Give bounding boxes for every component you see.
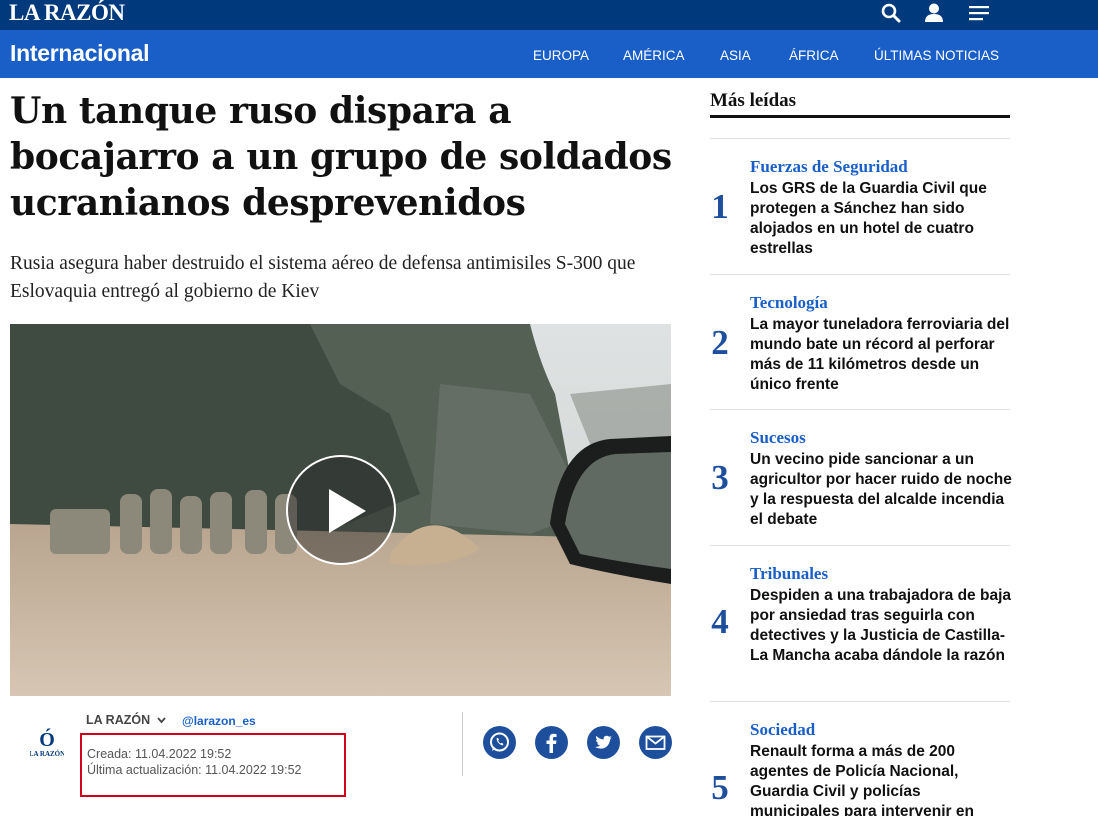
email-icon[interactable] [639,726,672,759]
item-title[interactable]: Un vecino pide sancionar a un agricultor… [750,450,1012,530]
item-category[interactable]: Sucesos [750,428,806,448]
facebook-icon[interactable] [535,726,568,759]
item-category[interactable]: Sociedad [750,720,815,740]
most-read-item[interactable]: 1 Fuerzas de Seguridad Los GRS de la Gua… [710,138,1010,274]
most-read-item[interactable]: 4 Tribunales Despiden a una trabajadora … [710,545,1012,701]
svg-text:LA RAZÓN: LA RAZÓN [30,750,64,758]
rank-number: 4 [711,602,729,641]
rank-number: 2 [711,323,729,362]
twitter-icon[interactable] [587,726,620,759]
top-bar: LA RAZÓN [0,0,1098,30]
sidebar-rule [710,115,1010,118]
item-title[interactable]: La mayor tuneladora ferroviaria del mund… [750,315,1012,395]
video-player[interactable] [10,324,671,696]
most-read-item[interactable]: 3 Sucesos Un vecino pide sancionar a un … [710,409,1012,545]
author-handle[interactable]: @larazon_es [182,714,256,728]
byline: Ó LA RAZÓN LA RAZÓN @larazon_es Creada: … [10,702,672,802]
item-category[interactable]: Tecnología [750,293,828,313]
menu-icon[interactable] [967,2,993,24]
whatsapp-icon[interactable] [483,726,516,759]
nav-asia[interactable]: ASIA [720,48,751,63]
created-date: Creada: 11.04.2022 19:52 [87,747,232,761]
chevron-down-icon [156,713,166,727]
nav-ultimas-noticias[interactable]: ÚLTIMAS NOTICIAS [874,48,999,63]
sidebar-title: Más leídas [710,90,797,111]
most-read-item[interactable]: 2 Tecnología La mayor tuneladora ferrovi… [710,274,1010,409]
section-title[interactable]: Internacional [10,40,150,67]
item-title[interactable]: Los GRS de la Guardia Civil que protegen… [750,179,1012,259]
rank-number: 5 [711,768,729,807]
author-dropdown[interactable]: LA RAZÓN [86,713,166,727]
user-icon[interactable] [921,2,947,24]
divider [462,712,463,776]
section-bar: Internacional EUROPA AMÉRICA ASIA ÁFRICA… [0,30,1098,78]
author-logo: Ó LA RAZÓN [29,727,65,760]
nav-america[interactable]: AMÉRICA [623,48,685,63]
most-read-item[interactable]: 5 Sociedad Renault forma a más de 200 ag… [710,701,1010,816]
nav-europa[interactable]: EUROPA [533,48,589,63]
dates-box: Creada: 11.04.2022 19:52 Última actualiz… [80,733,346,797]
article-subtitle: Rusia asegura haber destruido el sistema… [10,253,636,302]
item-category[interactable]: Tribunales [750,564,828,584]
nav-africa[interactable]: ÁFRICA [789,48,839,63]
svg-text:Ó: Ó [39,728,55,751]
site-logo[interactable]: LA RAZÓN [9,1,125,25]
item-category[interactable]: Fuerzas de Seguridad [750,157,908,177]
article-headline: Un tanque ruso dispara a bocajarro a un … [10,90,672,224]
item-title[interactable]: Despiden a una trabajadora de baja por a… [750,586,1012,666]
rank-number: 3 [711,458,729,497]
item-title[interactable]: Renault forma a más de 200 agentes de Po… [750,742,1010,816]
play-icon [329,489,366,533]
updated-date: Última actualización: 11.04.2022 19:52 [87,763,302,777]
search-icon[interactable] [878,2,904,24]
author-name: LA RAZÓN [86,713,151,727]
play-button[interactable] [286,455,396,565]
rank-number: 1 [711,187,729,226]
